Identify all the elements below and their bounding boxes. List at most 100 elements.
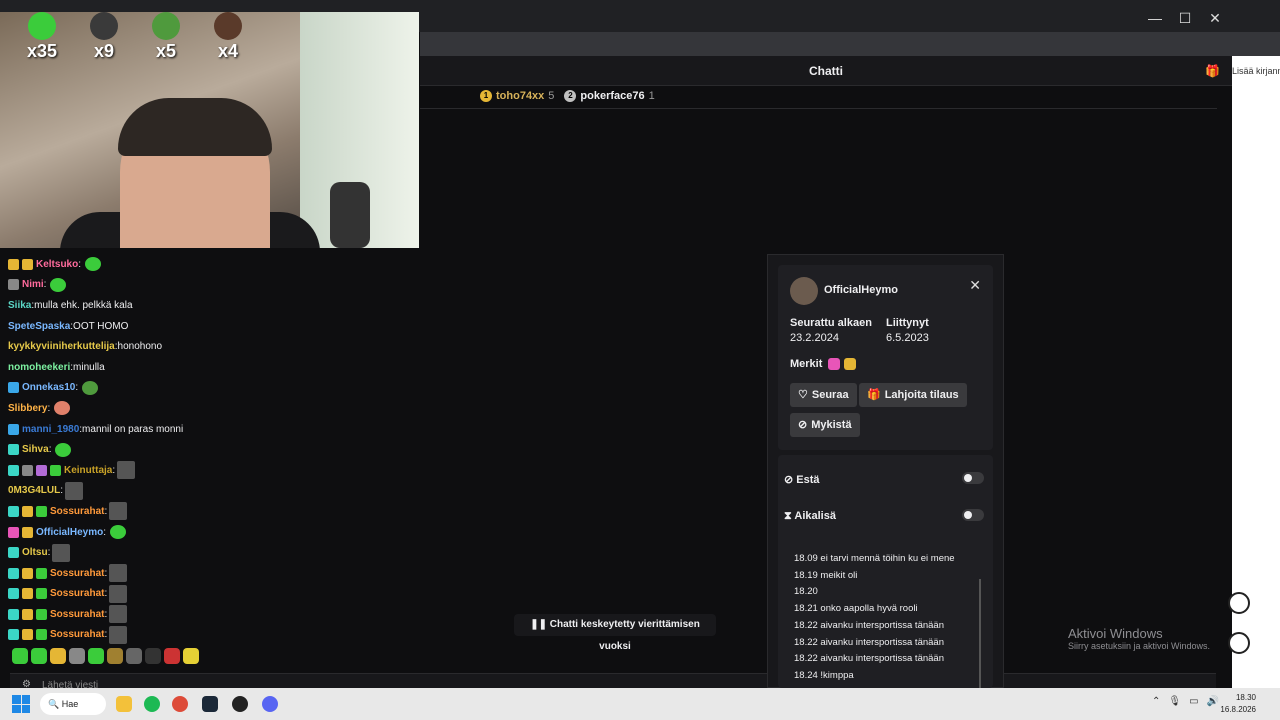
viewer-badges: [828, 358, 856, 370]
emote-bar-icon[interactable]: [183, 648, 199, 664]
steam-icon[interactable]: [202, 696, 218, 712]
chat-badge-icon[interactable]: [8, 526, 19, 538]
history-message: 18.24 !kimppa: [794, 669, 854, 681]
side-button-2[interactable]: [1228, 632, 1250, 654]
emote-bar-icon[interactable]: [12, 648, 28, 664]
chat-username[interactable]: Keltsuko: [36, 259, 78, 270]
taskbar-search[interactable]: 🔍 Hae: [40, 693, 106, 715]
chat-badge-icon[interactable]: [36, 588, 47, 600]
chat-badge-icon[interactable]: [8, 547, 19, 559]
chat-badge-icon[interactable]: [8, 464, 19, 476]
chevron-up-icon[interactable]: ⌃: [1152, 696, 1160, 707]
chat-badge-icon[interactable]: [22, 505, 33, 517]
viewer-name[interactable]: OfficialHeymo: [824, 284, 898, 296]
chat-badge-icon[interactable]: [8, 588, 19, 600]
chat-username[interactable]: Slibbery: [8, 403, 47, 414]
chrome-icon[interactable]: [172, 696, 188, 712]
side-button-1[interactable]: [1228, 592, 1250, 614]
counter-value: x9: [93, 41, 115, 61]
chat-badge-icon[interactable]: [22, 608, 33, 620]
chat-emote-icon: [54, 401, 71, 416]
chat-badge-icon[interactable]: [8, 423, 19, 435]
chat-badge-icon[interactable]: [36, 505, 47, 517]
chat-username[interactable]: Sossurahat: [50, 609, 104, 620]
chat-username[interactable]: Onnekas10: [22, 382, 75, 393]
joined-label: Liittynyt: [886, 317, 929, 329]
chat-badge-icon[interactable]: [22, 567, 33, 579]
chat-badge-icon[interactable]: [36, 629, 47, 641]
mic-icon[interactable]: 🎙: [1168, 696, 1181, 707]
webcam-object: [330, 182, 370, 248]
emote-bar-icon[interactable]: [69, 648, 85, 664]
close-icon[interactable]: ✕: [969, 277, 981, 294]
chat-username[interactable]: Keinuttaja: [64, 465, 112, 476]
chat-badge-icon[interactable]: [8, 444, 19, 456]
gift-icon[interactable]: 🎁: [1205, 64, 1220, 78]
chat-badge-icon[interactable]: [22, 526, 33, 538]
chat-badge-icon[interactable]: [8, 629, 19, 641]
chat-badge-icon[interactable]: [22, 588, 33, 600]
leaderboard: 1 toho74xx 5 2 pokerface76 1: [480, 90, 655, 102]
chat-badge-icon[interactable]: [8, 279, 19, 291]
minimize-button[interactable]: —: [1140, 8, 1170, 28]
follow-button[interactable]: ♡ Seuraa: [790, 383, 857, 407]
chat-username[interactable]: nomoheekeri: [8, 362, 70, 373]
mute-icon: ⊘: [798, 419, 808, 431]
chat-badge-icon[interactable]: [22, 629, 33, 641]
chat-badge-icon[interactable]: [50, 464, 61, 476]
spotify-icon[interactable]: [144, 696, 160, 712]
clock[interactable]: 18.30 16.8.2026: [1220, 692, 1256, 716]
taskbar: 🔍 Hae ⌃ 🎙 ▭ 🔊 18.30 16.8.2026: [0, 688, 1280, 720]
close-window-button[interactable]: ✕: [1200, 8, 1230, 28]
network-icon[interactable]: ▭: [1189, 696, 1198, 707]
windows-watermark: Aktivoi Windows Siirry asetuksiin ja akt…: [1068, 626, 1210, 651]
chat-username[interactable]: Siika: [8, 300, 31, 311]
chat-badge-icon[interactable]: [8, 258, 19, 270]
chat-paused-notice[interactable]: ❚❚ Chatti keskeytetty vierittämisen vuok…: [514, 614, 716, 652]
emote-bar-icon[interactable]: [50, 648, 66, 664]
emote-bar-icon[interactable]: [164, 648, 180, 664]
avatar[interactable]: [790, 277, 818, 305]
file-explorer-icon[interactable]: [116, 696, 132, 712]
chat-badge-icon[interactable]: [22, 464, 33, 476]
ban-toggle[interactable]: [962, 472, 984, 484]
bookmarks-label[interactable]: Lisää kirjanmerkit: [1232, 66, 1280, 76]
gift-sub-button[interactable]: 🎁 Lahjoita tilaus: [859, 383, 967, 407]
volume-icon[interactable]: 🔊: [1207, 696, 1219, 707]
discord-icon[interactable]: [262, 696, 278, 712]
chat-username[interactable]: Sihva: [22, 444, 49, 455]
chat-badge-icon[interactable]: [8, 382, 19, 394]
maximize-button[interactable]: ☐: [1170, 8, 1200, 28]
emote-bar-icon[interactable]: [31, 648, 47, 664]
app-icon[interactable]: [232, 696, 248, 712]
chat-username[interactable]: Oltsu: [22, 547, 48, 558]
chat-badge-icon[interactable]: [8, 567, 19, 579]
leaderboard-entry[interactable]: 1 toho74xx 5: [480, 90, 554, 102]
chat-username[interactable]: Sossurahat: [50, 629, 104, 640]
chat-username[interactable]: 0M3G4LUL: [8, 485, 60, 496]
timeout-toggle[interactable]: [962, 509, 984, 521]
leaderboard-entry[interactable]: 2 pokerface76 1: [564, 90, 655, 102]
mute-button[interactable]: ⊘ Mykistä: [790, 413, 860, 437]
chat-badge-icon[interactable]: [36, 608, 47, 620]
emote-bar-icon[interactable]: [126, 648, 142, 664]
chat-username[interactable]: kyykkyviiniherkuttelija: [8, 341, 115, 352]
chat-username[interactable]: SpeteSpaska: [8, 321, 70, 332]
chat-badge-icon[interactable]: [8, 608, 19, 620]
start-button[interactable]: [12, 695, 30, 713]
chat-username[interactable]: Sossurahat: [50, 588, 104, 599]
chat-badge-icon[interactable]: [36, 464, 47, 476]
chat-badge-icon[interactable]: [36, 567, 47, 579]
chat-username[interactable]: OfficialHeymo: [36, 527, 103, 538]
chat-badge-icon[interactable]: [22, 258, 33, 270]
emote-bar-icon[interactable]: [88, 648, 104, 664]
emote-bar-icon[interactable]: [107, 648, 123, 664]
chat-username[interactable]: manni_1980: [22, 424, 79, 435]
chat-badge-icon[interactable]: [8, 505, 19, 517]
chat-username[interactable]: Nimi: [22, 279, 44, 290]
history-scrollbar[interactable]: [979, 579, 981, 688]
emote-bar-icon[interactable]: [145, 648, 161, 664]
chat-username[interactable]: Sossurahat: [50, 568, 104, 579]
chat-message: Sossurahat:: [8, 501, 408, 522]
chat-username[interactable]: Sossurahat: [50, 506, 104, 517]
